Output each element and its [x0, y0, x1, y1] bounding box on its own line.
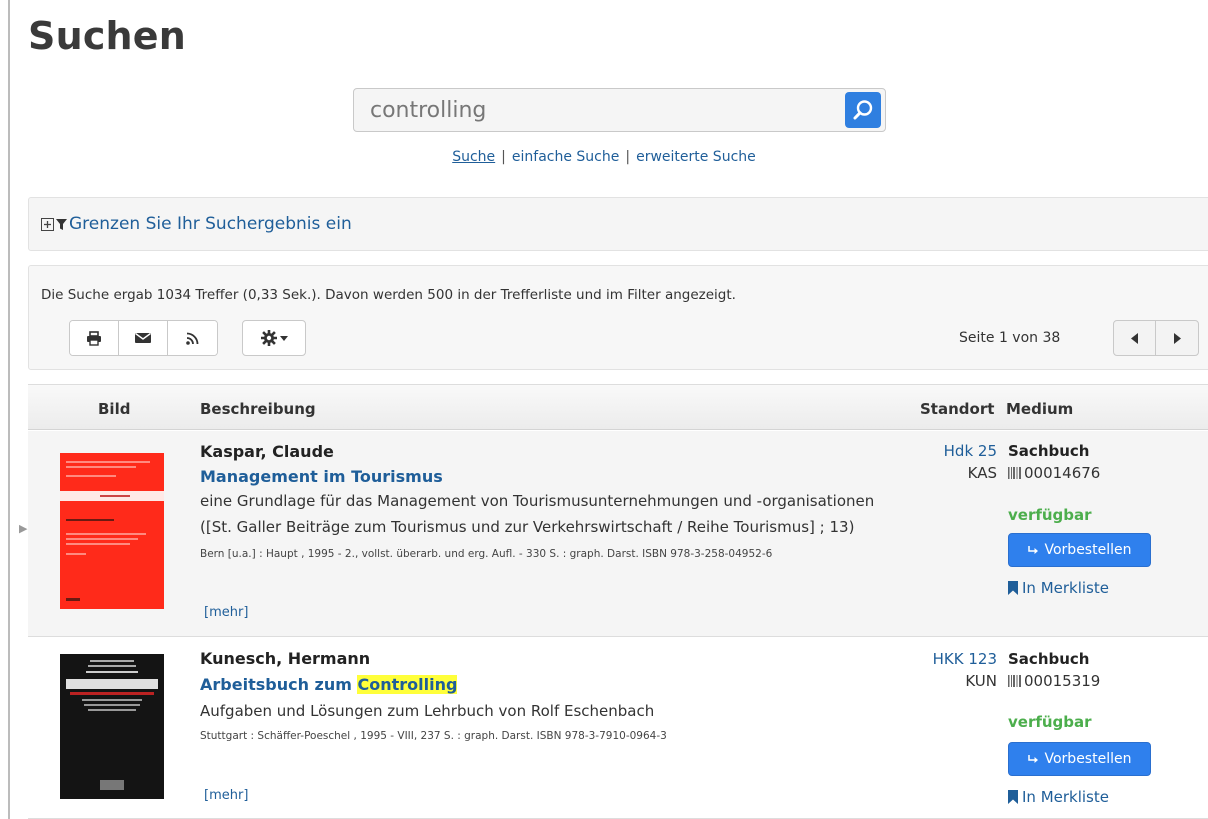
caret-right-icon — [1173, 332, 1181, 344]
watchlist-label: In Merkliste — [1022, 788, 1109, 806]
location-link[interactable]: Hdk 25 — [944, 440, 997, 462]
location-link[interactable]: HKK 123 — [933, 648, 997, 670]
item-medium: Sachbuch 00015319 — [1008, 648, 1100, 692]
barcode: 00015319 — [1008, 670, 1100, 692]
item-location: HKK 123 KUN — [933, 648, 997, 692]
book-cover-image[interactable] — [60, 453, 164, 609]
filter-toggle[interactable]: Grenzen Sie Ihr Suchergebnis ein — [41, 214, 352, 234]
reply-arrow-icon — [1027, 754, 1038, 763]
more-link[interactable]: [mehr] — [204, 788, 248, 803]
reserve-button[interactable]: Vorbestellen — [1008, 742, 1151, 776]
rss-icon — [186, 332, 199, 345]
filter-icon — [56, 218, 67, 230]
watchlist-label: In Merkliste — [1022, 579, 1109, 597]
result-toolbar: Die Suche ergab 1034 Treffer (0,33 Sek.)… — [28, 265, 1208, 370]
availability-status: verfügbar — [1008, 506, 1092, 524]
search-box — [353, 88, 886, 132]
item-author: Kunesch, Hermann — [200, 649, 371, 668]
gear-icon — [260, 330, 277, 346]
page-left-border — [8, 0, 10, 819]
page-info: Seite 1 von 38 — [959, 330, 1061, 346]
link-erweiterte-suche[interactable]: erweiterte Suche — [636, 149, 756, 165]
results-table-header: Bild Beschreibung Standort Medium — [28, 384, 1208, 430]
export-button-group — [69, 320, 218, 356]
search-mode-links: Suche | einfache Suche | erweiterte Suche — [0, 149, 1208, 165]
search-button[interactable] — [845, 92, 881, 128]
reserve-button[interactable]: Vorbestellen — [1008, 533, 1151, 567]
column-header-beschreibung: Beschreibung — [200, 400, 316, 418]
next-page-button[interactable] — [1156, 321, 1198, 355]
shelf-signature: KAS — [967, 464, 997, 482]
table-row: Kunesch, Hermann Arbeitsbuch zum Control… — [28, 638, 1208, 819]
result-summary: Die Suche ergab 1034 Treffer (0,33 Sek.)… — [41, 287, 736, 303]
caret-down-icon — [279, 335, 288, 341]
title-text: Arbeitsbuch zum — [200, 675, 358, 694]
item-medium: Sachbuch 00014676 — [1008, 440, 1100, 484]
column-header-standort: Standort — [920, 400, 995, 418]
barcode-icon — [1008, 467, 1021, 479]
item-title-link[interactable]: Arbeitsbuch zum Controlling — [200, 675, 458, 694]
search-input[interactable] — [354, 89, 842, 131]
page-title: Suchen — [28, 14, 187, 58]
filter-panel: Grenzen Sie Ihr Suchergebnis ein — [28, 197, 1208, 251]
link-separator: | — [625, 149, 631, 165]
barcode-icon — [1008, 675, 1021, 687]
bookmark-icon — [1008, 581, 1018, 595]
print-button[interactable] — [70, 321, 119, 355]
medium-type: Sachbuch — [1008, 442, 1090, 460]
column-header-medium: Medium — [1006, 400, 1074, 418]
item-author: Kaspar, Claude — [200, 442, 334, 461]
barcode-number: 00015319 — [1024, 672, 1101, 690]
print-icon — [87, 330, 101, 346]
watchlist-link[interactable]: In Merkliste — [1008, 788, 1109, 806]
item-imprint: Stuttgart : Schäffer-Poeschel , 1995 - V… — [200, 730, 667, 742]
rss-button[interactable] — [168, 321, 217, 355]
book-cover-image[interactable] — [60, 654, 164, 799]
link-separator: | — [501, 149, 506, 165]
expand-row-icon[interactable]: ▶ — [19, 522, 27, 535]
email-button[interactable] — [119, 321, 168, 355]
settings-dropdown-button[interactable] — [242, 320, 306, 356]
search-highlight: Controlling — [357, 675, 458, 694]
more-link[interactable]: [mehr] — [204, 605, 248, 620]
medium-type: Sachbuch — [1008, 650, 1090, 668]
pager — [1113, 320, 1199, 356]
search-icon — [853, 100, 873, 120]
expand-plus-icon — [41, 217, 54, 231]
prev-page-button[interactable] — [1114, 321, 1157, 355]
barcode: 00014676 — [1008, 462, 1100, 484]
link-einfache-suche[interactable]: einfache Suche — [512, 149, 619, 165]
watchlist-link[interactable]: In Merkliste — [1008, 579, 1109, 597]
link-suche[interactable]: Suche — [452, 149, 495, 165]
item-subtitle: Aufgaben und Lösungen zum Lehrbuch von R… — [200, 702, 655, 720]
item-subtitle: eine Grundlage für das Management von To… — [200, 492, 875, 510]
shelf-signature: KUN — [965, 672, 997, 690]
reserve-button-label: Vorbestellen — [1044, 751, 1132, 767]
bookmark-icon — [1008, 790, 1018, 804]
envelope-icon — [135, 332, 151, 343]
item-location: Hdk 25 KAS — [944, 440, 997, 484]
reserve-button-label: Vorbestellen — [1044, 542, 1132, 558]
filter-label: Grenzen Sie Ihr Suchergebnis ein — [69, 214, 352, 234]
column-header-bild: Bild — [98, 400, 131, 418]
item-imprint: Bern [u.a.] : Haupt , 1995 - 2., vollst.… — [200, 548, 773, 560]
table-row: ▶ Kaspar, Claude Management im Tourismus… — [19, 431, 1208, 637]
item-series: ([St. Galler Beiträge zum Tourismus und … — [200, 518, 855, 536]
item-title-link[interactable]: Management im Tourismus — [200, 467, 443, 486]
caret-left-icon — [1131, 332, 1138, 344]
availability-status: verfügbar — [1008, 713, 1092, 731]
reply-arrow-icon — [1027, 545, 1038, 554]
barcode-number: 00014676 — [1024, 464, 1101, 482]
